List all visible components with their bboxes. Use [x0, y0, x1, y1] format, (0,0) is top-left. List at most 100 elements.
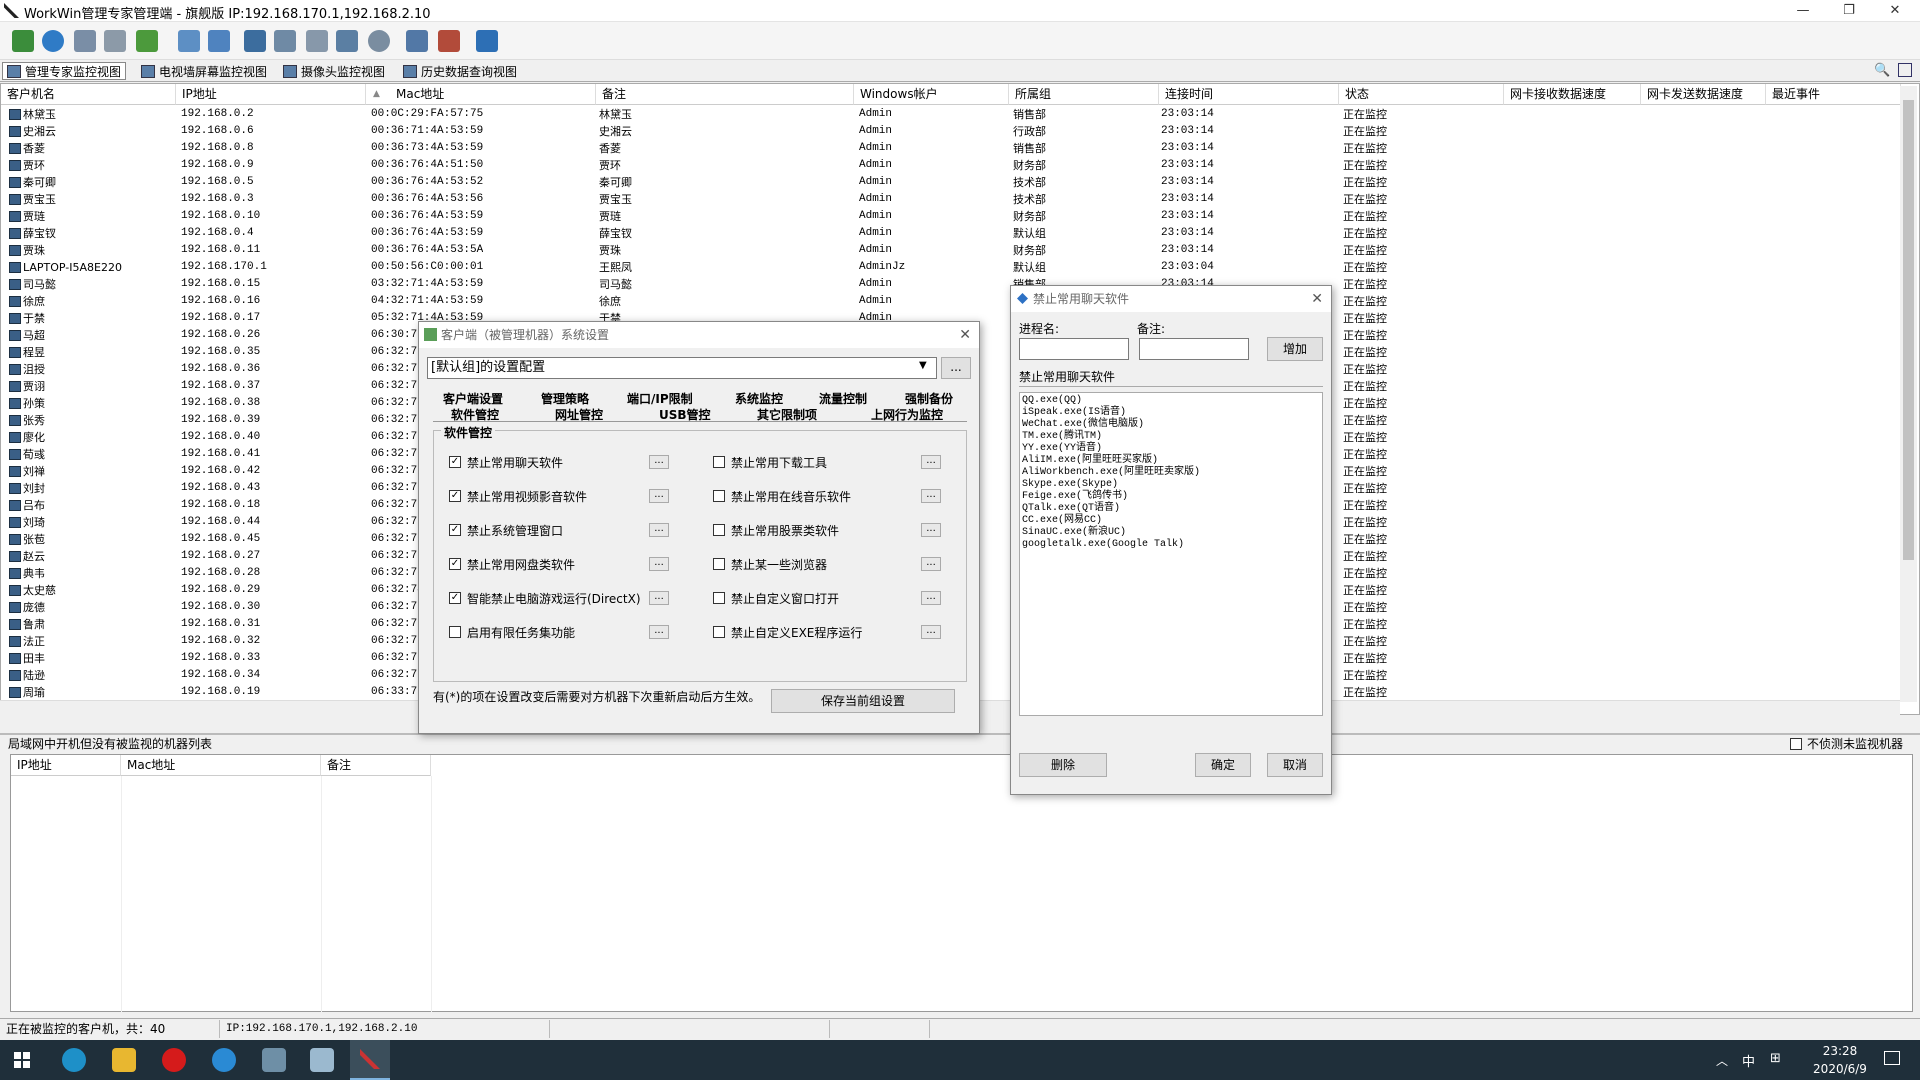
column-header[interactable]: IP地址 — [11, 755, 121, 776]
list-item[interactable]: YY.exe(YY语音) — [1022, 443, 1320, 455]
table-row[interactable]: 贾环 192.168.0.9 00:36:76:4A:51:50 贾环 Admin 财务部… — [1, 157, 1901, 174]
column-header[interactable]: 所属组 — [1009, 84, 1159, 105]
list-item[interactable]: QTalk.exe(QT语音) — [1022, 503, 1320, 515]
file-explorer-icon[interactable] — [112, 1048, 136, 1072]
option-checkbox[interactable] — [713, 626, 725, 638]
close-button[interactable]: ✕ — [1872, 0, 1918, 22]
list-item[interactable]: SinaUC.exe(新浪UC) — [1022, 527, 1320, 539]
column-header[interactable]: 客户机名 — [1, 84, 176, 105]
vertical-scrollbar[interactable] — [1900, 86, 1917, 702]
skype-icon[interactable] — [212, 1048, 236, 1072]
table-icon[interactable] — [438, 30, 460, 52]
option-settings-button[interactable]: ... — [921, 557, 941, 571]
tab-monitor-view[interactable]: 管理专家监控视图 — [2, 62, 127, 80]
tab-tabs_row1-5[interactable]: 强制备份 — [905, 390, 953, 407]
close-icon[interactable]: ✕ — [959, 322, 971, 348]
monitor-settings-icon[interactable] — [74, 30, 96, 52]
option-settings-button[interactable]: ... — [649, 455, 669, 469]
table-row[interactable]: 徐庶 192.168.0.16 04:32:71:4A:53:59 徐庶 Admin 正在… — [1, 293, 1901, 310]
remark-input[interactable] — [1139, 338, 1249, 360]
minimize-button[interactable]: — — [1780, 0, 1826, 22]
cancel-button[interactable]: 取消 — [1267, 753, 1323, 777]
windows-start-icon[interactable] — [14, 1052, 30, 1068]
option-settings-button[interactable]: ... — [921, 625, 941, 639]
option-settings-button[interactable]: ... — [649, 591, 669, 605]
keyboard-icon[interactable]: ⊞ — [1770, 1051, 1781, 1066]
ok-button[interactable]: 确定 — [1195, 753, 1251, 777]
column-header[interactable]: 备注 — [596, 84, 854, 105]
table-row[interactable]: 薛宝钗 192.168.0.4 00:36:76:4A:53:59 薛宝钗 Admin 默… — [1, 225, 1901, 242]
option-settings-button[interactable]: ... — [921, 455, 941, 469]
column-header[interactable]: IP地址 — [176, 84, 366, 105]
notification-icon[interactable] — [1884, 1051, 1900, 1065]
save-group-settings-button[interactable]: 保存当前组设置 — [771, 689, 955, 713]
column-header[interactable]: 连接时间 — [1159, 84, 1339, 105]
table-row[interactable]: 贾珠 192.168.0.11 00:36:76:4A:53:5A 贾珠 Admin 财务… — [1, 242, 1901, 259]
tab-tabs_row1-4[interactable]: 流量控制 — [819, 390, 867, 407]
windows-icon[interactable] — [336, 30, 358, 52]
table-row[interactable]: 贾宝玉 192.168.0.3 00:36:76:4A:53:56 贾宝玉 Admin 技… — [1, 191, 1901, 208]
disk-icon[interactable] — [368, 30, 390, 52]
option-checkbox[interactable]: ✓ — [449, 524, 461, 536]
option-settings-button[interactable]: ... — [649, 523, 669, 537]
ime-indicator[interactable]: 中 — [1742, 1051, 1755, 1070]
tab-tabs_row1-2[interactable]: 端口/IP限制 — [627, 390, 693, 407]
process-name-input[interactable] — [1019, 338, 1129, 360]
option-label[interactable]: 禁止常用网盘类软件 — [467, 556, 575, 573]
option-checkbox[interactable]: ✓ — [449, 558, 461, 570]
remote-icon[interactable] — [274, 30, 296, 52]
book-icon[interactable] — [12, 30, 34, 52]
option-label[interactable]: 禁止自定义窗口打开 — [731, 590, 839, 607]
option-settings-button[interactable]: ... — [649, 625, 669, 639]
config-select[interactable]: [默认组]的设置配置 — [427, 357, 937, 379]
restore-button[interactable]: ❐ — [1826, 0, 1872, 22]
close-icon[interactable]: ✕ — [1311, 286, 1323, 312]
clock-time[interactable]: 23:28 — [1810, 1044, 1870, 1058]
layout-icon[interactable] — [1898, 63, 1912, 77]
list-item[interactable]: CC.exe(网易CC) — [1022, 515, 1320, 527]
tab-tv-wall-view[interactable]: 电视墙屏幕监控视图 — [136, 62, 272, 80]
folder-icon[interactable] — [178, 30, 200, 52]
option-checkbox[interactable] — [713, 456, 725, 468]
option-label[interactable]: 禁止常用下载工具 — [731, 454, 827, 471]
option-checkbox[interactable]: ✓ — [449, 592, 461, 604]
table-row[interactable]: 史湘云 192.168.0.6 00:36:71:4A:53:59 史湘云 Admin 行… — [1, 123, 1901, 140]
table-row[interactable]: 林黛玉 192.168.0.2 00:0C:29:FA:57:75 林黛玉 Admin 销… — [1, 106, 1901, 123]
table-row[interactable]: 秦可卿 192.168.0.5 00:36:76:4A:53:52 秦可卿 Admin 技… — [1, 174, 1901, 191]
delete-button[interactable]: 删除 — [1019, 753, 1107, 777]
option-checkbox[interactable] — [713, 592, 725, 604]
option-label[interactable]: 禁止某一些浏览器 — [731, 556, 827, 573]
users-icon[interactable] — [136, 30, 158, 52]
edge-icon[interactable] — [62, 1048, 86, 1072]
clock-date[interactable]: 2020/6/9 — [1800, 1062, 1880, 1076]
chart-icon[interactable] — [476, 30, 498, 52]
option-settings-button[interactable]: ... — [921, 523, 941, 537]
mail-icon[interactable] — [104, 30, 126, 52]
table-row[interactable]: 香菱 192.168.0.8 00:36:73:4A:53:59 香菱 Admin 销售部… — [1, 140, 1901, 157]
column-header[interactable]: Mac地址 — [366, 84, 596, 105]
option-checkbox[interactable]: ✓ — [449, 456, 461, 468]
option-checkbox[interactable] — [713, 558, 725, 570]
option-label[interactable]: 禁止常用聊天软件 — [467, 454, 563, 471]
chat-software-list[interactable]: QQ.exe(QQ) iSpeak.exe(IS语音) WeChat.exe(微信电… — [1019, 392, 1323, 716]
column-header[interactable]: Windows帐户 — [854, 84, 1009, 105]
table-row[interactable]: 司马懿 192.168.0.15 03:32:71:4A:53:59 司马懿 Admin… — [1, 276, 1901, 293]
scroll-thumb[interactable] — [1903, 100, 1914, 560]
column-header[interactable]: 最近事件 — [1766, 84, 1901, 105]
filter-icon[interactable] — [208, 30, 230, 52]
list-icon[interactable] — [406, 30, 428, 52]
list-item[interactable]: WeChat.exe(微信电脑版) — [1022, 419, 1320, 431]
option-label[interactable]: 禁止常用视频影音软件 — [467, 488, 587, 505]
column-header[interactable]: 网卡接收数据速度 — [1504, 84, 1641, 105]
list-item[interactable]: AliWorkbench.exe(阿里旺旺卖家版) — [1022, 467, 1320, 479]
option-label[interactable]: 启用有限任务集功能 — [467, 624, 575, 641]
column-header[interactable]: Mac地址 — [121, 755, 321, 776]
tab-camera-view[interactable]: 摄像头监控视图 — [278, 62, 390, 80]
option-settings-button[interactable]: ... — [649, 489, 669, 503]
list-item[interactable]: AliIM.exe(阿里旺旺买家版) — [1022, 455, 1320, 467]
report-icon[interactable] — [306, 30, 328, 52]
option-label[interactable]: 禁止系统管理窗口 — [467, 522, 563, 539]
list-item[interactable]: googletalk.exe(Google Talk) — [1022, 539, 1320, 551]
opera-icon[interactable] — [162, 1048, 186, 1072]
column-header[interactable]: 状态 — [1339, 84, 1504, 105]
